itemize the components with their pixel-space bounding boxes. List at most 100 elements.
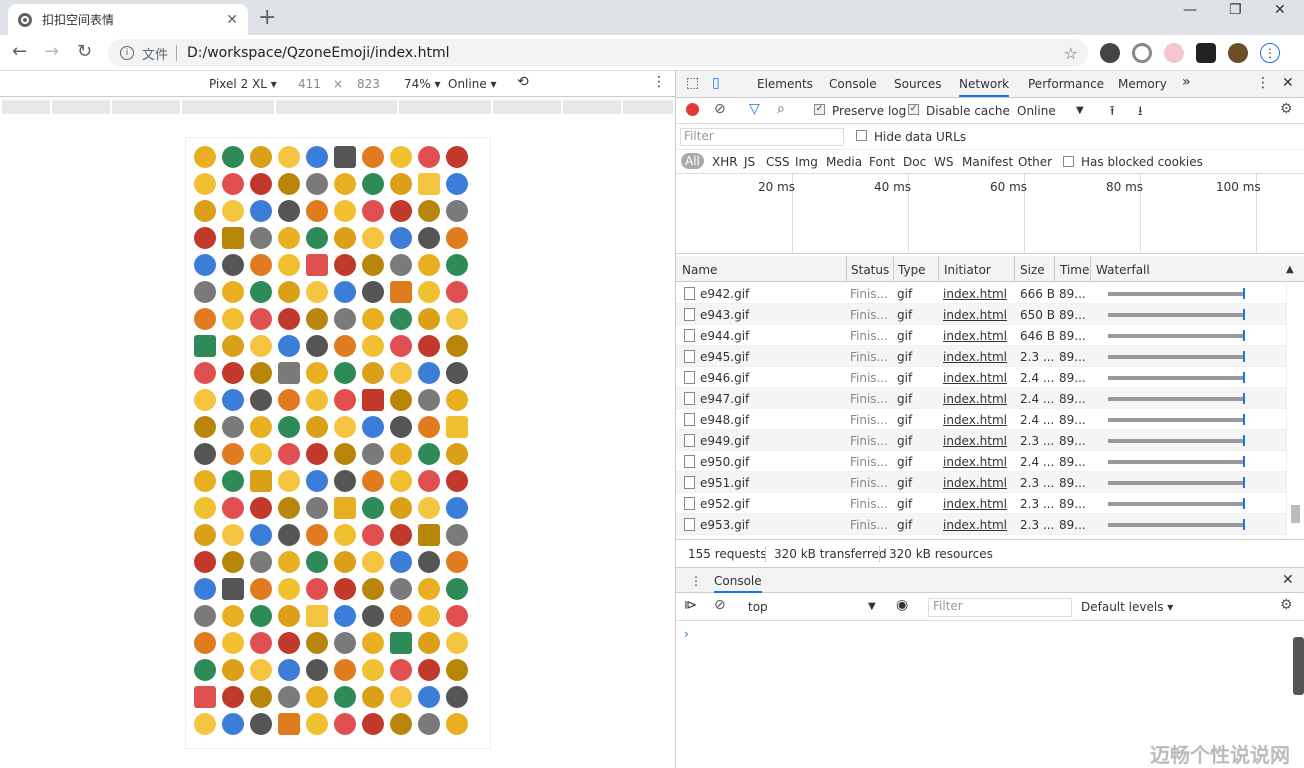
- disable-cache-checkbox[interactable]: ✓: [908, 104, 919, 115]
- context-arrow-icon[interactable]: ▼: [868, 601, 876, 612]
- waterfall-bar[interactable]: [1108, 502, 1245, 506]
- drawer-menu-icon[interactable]: ⋮: [690, 574, 702, 588]
- throttle-select[interactable]: Online: [1017, 104, 1056, 118]
- rotate-icon[interactable]: ⟲: [517, 74, 529, 90]
- drawer-close-icon[interactable]: ✕: [1282, 572, 1294, 588]
- extension-icon-4[interactable]: [1196, 43, 1216, 63]
- waterfall-bar[interactable]: [1108, 313, 1245, 317]
- search-icon[interactable]: ⌕: [777, 101, 785, 117]
- more-tabs-icon[interactable]: »: [1182, 74, 1191, 90]
- type-filter-js[interactable]: JS: [744, 155, 755, 169]
- log-levels-select[interactable]: Default levels ▾: [1081, 600, 1173, 614]
- device-select[interactable]: Pixel 2 XL ▾: [209, 77, 277, 91]
- media-query-ruler[interactable]: [2, 100, 673, 114]
- type-filter-doc[interactable]: Doc: [903, 155, 926, 169]
- table-row[interactable]: e949.gif Finis... gif index.html 2.3 ... 89..…: [676, 430, 1286, 451]
- table-row[interactable]: e951.gif Finis... gif index.html 2.3 ... 89..…: [676, 472, 1286, 493]
- column-status[interactable]: Status: [851, 263, 889, 277]
- sort-arrow-icon[interactable]: ▲: [1286, 264, 1294, 275]
- column-initiator[interactable]: Initiator: [944, 263, 991, 277]
- request-name[interactable]: e951.gif: [700, 476, 749, 490]
- request-initiator[interactable]: index.html: [943, 329, 1007, 343]
- waterfall-bar[interactable]: [1108, 355, 1245, 359]
- back-button[interactable]: ←: [12, 41, 27, 62]
- request-name[interactable]: e947.gif: [700, 392, 749, 406]
- close-tab-icon[interactable]: ✕: [226, 12, 238, 28]
- chrome-menu-icon[interactable]: ⋮: [1260, 43, 1280, 63]
- waterfall-bar[interactable]: [1108, 376, 1245, 380]
- tab-network[interactable]: Network: [959, 77, 1010, 97]
- type-filter-ws[interactable]: WS: [934, 155, 953, 169]
- waterfall-bar[interactable]: [1108, 292, 1245, 296]
- request-initiator[interactable]: index.html: [943, 308, 1007, 322]
- request-initiator[interactable]: index.html: [943, 455, 1007, 469]
- table-row[interactable]: e943.gif Finis... gif index.html 650 B 89...: [676, 304, 1286, 325]
- request-initiator[interactable]: index.html: [943, 371, 1007, 385]
- inspect-element-icon[interactable]: ⬚: [686, 75, 699, 91]
- waterfall-bar[interactable]: [1108, 439, 1245, 443]
- record-icon[interactable]: [686, 103, 699, 116]
- type-filter-media[interactable]: Media: [826, 155, 862, 169]
- minimize-button[interactable]: —: [1183, 2, 1197, 18]
- waterfall-bar[interactable]: [1108, 418, 1245, 422]
- requests-scrollbar[interactable]: [1286, 283, 1303, 538]
- export-har-icon[interactable]: ⭳: [1138, 102, 1143, 124]
- request-name[interactable]: e943.gif: [700, 308, 749, 322]
- type-filter-img[interactable]: Img: [795, 155, 818, 169]
- preserve-log-checkbox[interactable]: ✓: [814, 104, 825, 115]
- tab-console[interactable]: Console: [829, 77, 877, 91]
- request-name[interactable]: e946.gif: [700, 371, 749, 385]
- throttle-arrow-icon[interactable]: ▼: [1076, 105, 1084, 116]
- waterfall-bar[interactable]: [1108, 397, 1245, 401]
- type-filter-other[interactable]: Other: [1018, 155, 1052, 169]
- type-filter-xhr[interactable]: XHR: [712, 155, 738, 169]
- device-height[interactable]: 823: [357, 77, 380, 91]
- table-row[interactable]: e946.gif Finis... gif index.html 2.4 ... 89..…: [676, 367, 1286, 388]
- table-row[interactable]: e944.gif Finis... gif index.html 646 B 89...: [676, 325, 1286, 346]
- request-initiator[interactable]: index.html: [943, 413, 1007, 427]
- browser-tab[interactable]: 扣扣空间表情 ✕: [8, 4, 248, 35]
- extension-icon-1[interactable]: [1100, 43, 1120, 63]
- table-row[interactable]: e945.gif Finis... gif index.html 2.3 ... 89..…: [676, 346, 1286, 367]
- info-icon[interactable]: i: [120, 46, 134, 60]
- column-type[interactable]: Type: [898, 263, 926, 277]
- table-row[interactable]: e950.gif Finis... gif index.html 2.4 ... 89..…: [676, 451, 1286, 472]
- network-filter-input[interactable]: Filter: [680, 128, 844, 146]
- request-initiator[interactable]: index.html: [943, 476, 1007, 490]
- console-settings-gear-icon[interactable]: ⚙: [1280, 597, 1293, 613]
- address-url[interactable]: D:/workspace/QzoneEmoji/index.html: [187, 45, 450, 61]
- new-tab-button[interactable]: +: [258, 5, 276, 30]
- device-more-icon[interactable]: ⋮: [652, 74, 666, 90]
- hide-data-urls-checkbox[interactable]: [856, 130, 867, 141]
- request-initiator[interactable]: index.html: [943, 350, 1007, 364]
- request-initiator[interactable]: index.html: [943, 392, 1007, 406]
- sidebar-toggle-icon[interactable]: ⧐: [684, 598, 697, 613]
- table-row[interactable]: e942.gif Finis... gif index.html 666 B 89...: [676, 283, 1286, 304]
- request-initiator[interactable]: index.html: [943, 518, 1007, 532]
- waterfall-bar[interactable]: [1108, 481, 1245, 485]
- devtools-close-icon[interactable]: ✕: [1282, 75, 1294, 91]
- column-time[interactable]: Time: [1060, 263, 1089, 277]
- maximize-button[interactable]: ❐: [1229, 2, 1242, 18]
- reload-button[interactable]: ↻: [77, 41, 92, 62]
- import-har-icon[interactable]: ⭱: [1110, 102, 1115, 124]
- forward-button[interactable]: →: [44, 41, 59, 62]
- request-name[interactable]: e952.gif: [700, 497, 749, 511]
- column-waterfall[interactable]: Waterfall: [1096, 263, 1150, 277]
- table-row[interactable]: e952.gif Finis... gif index.html 2.3 ... 89..…: [676, 493, 1286, 514]
- avatar[interactable]: [1228, 43, 1248, 63]
- request-name[interactable]: e953.gif: [700, 518, 749, 532]
- console-prompt[interactable]: ›: [684, 627, 689, 641]
- request-name[interactable]: e944.gif: [700, 329, 749, 343]
- request-name[interactable]: e942.gif: [700, 287, 749, 301]
- tab-memory[interactable]: Memory: [1118, 77, 1167, 91]
- type-filter-font[interactable]: Font: [869, 155, 895, 169]
- tab-performance[interactable]: Performance: [1028, 77, 1104, 91]
- waterfall-bar[interactable]: [1108, 334, 1245, 338]
- device-toggle-icon[interactable]: ▯: [712, 75, 720, 91]
- table-row[interactable]: e953.gif Finis... gif index.html 2.3 ... 89..…: [676, 514, 1286, 535]
- clear-icon[interactable]: ⊘: [714, 101, 726, 117]
- request-initiator[interactable]: index.html: [943, 287, 1007, 301]
- table-row[interactable]: e948.gif Finis... gif index.html 2.4 ... 89..…: [676, 409, 1286, 430]
- devtools-menu-icon[interactable]: ⋮: [1256, 75, 1270, 91]
